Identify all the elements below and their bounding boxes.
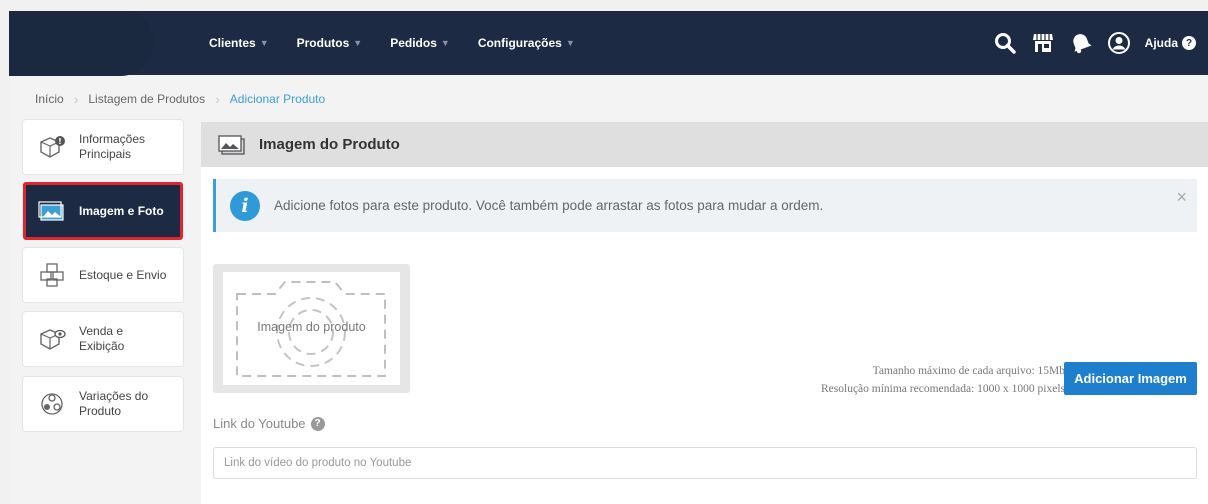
user-icon[interactable] — [1107, 31, 1131, 55]
upload-info: Tamanho máximo de cada arquivo: 15Mb Res… — [821, 362, 1065, 398]
image-placeholder: Imagem do produto — [223, 272, 400, 385]
chevron-down-icon: ▼ — [565, 38, 575, 48]
info-alert: i Adicione fotos para este produto. Você… — [213, 179, 1197, 232]
sidebar-label-line1: Informações — [79, 132, 146, 146]
youtube-label: Link do Youtube ? — [213, 416, 325, 431]
menu-clientes-label: Clientes — [209, 36, 256, 50]
sidebar-label-line2: Principais — [79, 147, 132, 161]
info-icon: i — [230, 190, 260, 221]
menu-configuracoes-label: Configurações — [477, 36, 562, 50]
youtube-label-text: Link do Youtube — [213, 416, 306, 431]
image-dropzone[interactable]: Imagem do produto — [213, 264, 410, 393]
chevron-down-icon: ▼ — [440, 38, 450, 48]
sidebar-label-line2: Exibição — [79, 339, 125, 353]
close-icon[interactable]: × — [1176, 187, 1187, 208]
logo[interactable] — [9, 11, 154, 76]
youtube-link-input[interactable] — [213, 447, 1197, 479]
sidebar-item-estoque[interactable]: Estoque e Envio — [23, 248, 183, 302]
upload-info-size: Tamanho máximo de cada arquivo: 15Mb — [872, 365, 1065, 377]
svg-text:!: ! — [58, 137, 62, 146]
search-icon[interactable] — [993, 31, 1017, 55]
notification-icon[interactable] — [1069, 31, 1093, 55]
help-icon: ? — [1182, 36, 1196, 50]
sidebar-item-label: Variações do Produto — [79, 389, 148, 419]
image-icon — [37, 197, 67, 225]
variations-icon — [37, 390, 67, 418]
product-image-panel: Imagem do Produto i Adicione fotos para … — [201, 122, 1208, 504]
sidebar-item-label: Imagem e Foto — [79, 204, 164, 218]
menu-pedidos-label: Pedidos — [390, 36, 437, 50]
sidebar-item-venda[interactable]: Venda e Exibição — [23, 312, 183, 366]
menu-configuracoes[interactable]: Configurações ▼ — [478, 36, 575, 50]
breadcrumb-current: Adicionar Produto — [229, 92, 326, 106]
help-button[interactable]: Ajuda ? — [1145, 36, 1196, 50]
breadcrumb-inicio[interactable]: Início — [35, 92, 64, 106]
help-icon[interactable]: ? — [310, 416, 325, 431]
chevron-down-icon: ▼ — [259, 38, 269, 48]
sidebar-item-informacoes[interactable]: ! Informações Principais — [23, 120, 183, 174]
sidebar-label-line1: Variações do — [79, 389, 149, 403]
sidebar-item-label: Estoque e Envio — [79, 268, 167, 282]
placeholder-label: Imagem do produto — [257, 320, 366, 334]
boxes-stack-icon — [37, 261, 67, 289]
box-eye-icon — [37, 325, 67, 353]
top-nav-bar: Clientes ▼ Produtos ▼ Pedidos ▼ Configur… — [9, 11, 1208, 76]
main-menu: Clientes ▼ Produtos ▼ Pedidos ▼ Configur… — [209, 11, 603, 75]
help-label: Ajuda — [1144, 36, 1178, 50]
sidebar-item-label: Informações Principais — [79, 132, 145, 162]
sidebar-label-line1: Venda e — [79, 324, 124, 338]
top-right-tools: Ajuda ? — [993, 11, 1196, 75]
add-image-button[interactable]: Adicionar Imagem — [1064, 362, 1197, 395]
chevron-right-icon: › — [215, 91, 220, 107]
upload-info-resolution: Resolução mínima recomendada: 1000 x 100… — [821, 383, 1065, 395]
panel-title: Imagem do Produto — [259, 136, 400, 153]
menu-pedidos[interactable]: Pedidos ▼ — [390, 36, 450, 50]
box-info-icon: ! — [37, 133, 67, 161]
panel-header: Imagem do Produto — [201, 122, 1208, 167]
alert-text: Adicione fotos para este produto. Você t… — [274, 198, 824, 213]
app-window: Clientes ▼ Produtos ▼ Pedidos ▼ Configur… — [9, 11, 1208, 504]
sidebar-item-label: Venda e Exibição — [79, 324, 124, 354]
sidebar-item-imagem[interactable]: Imagem e Foto — [23, 182, 183, 240]
breadcrumb-listagem[interactable]: Listagem de Produtos — [88, 92, 205, 106]
menu-clientes[interactable]: Clientes ▼ — [209, 36, 269, 50]
sidebar-item-variacoes[interactable]: Variações do Produto — [23, 377, 183, 431]
store-icon[interactable] — [1031, 31, 1055, 55]
menu-produtos[interactable]: Produtos ▼ — [297, 36, 363, 50]
chevron-right-icon: › — [73, 91, 79, 107]
menu-produtos-label: Produtos — [296, 36, 350, 50]
chevron-down-icon: ▼ — [353, 38, 363, 48]
sidebar-label-line2: Produto — [79, 404, 122, 418]
breadcrumb: Início › Listagem de Produtos › Adiciona… — [35, 91, 325, 107]
image-icon — [217, 134, 247, 156]
